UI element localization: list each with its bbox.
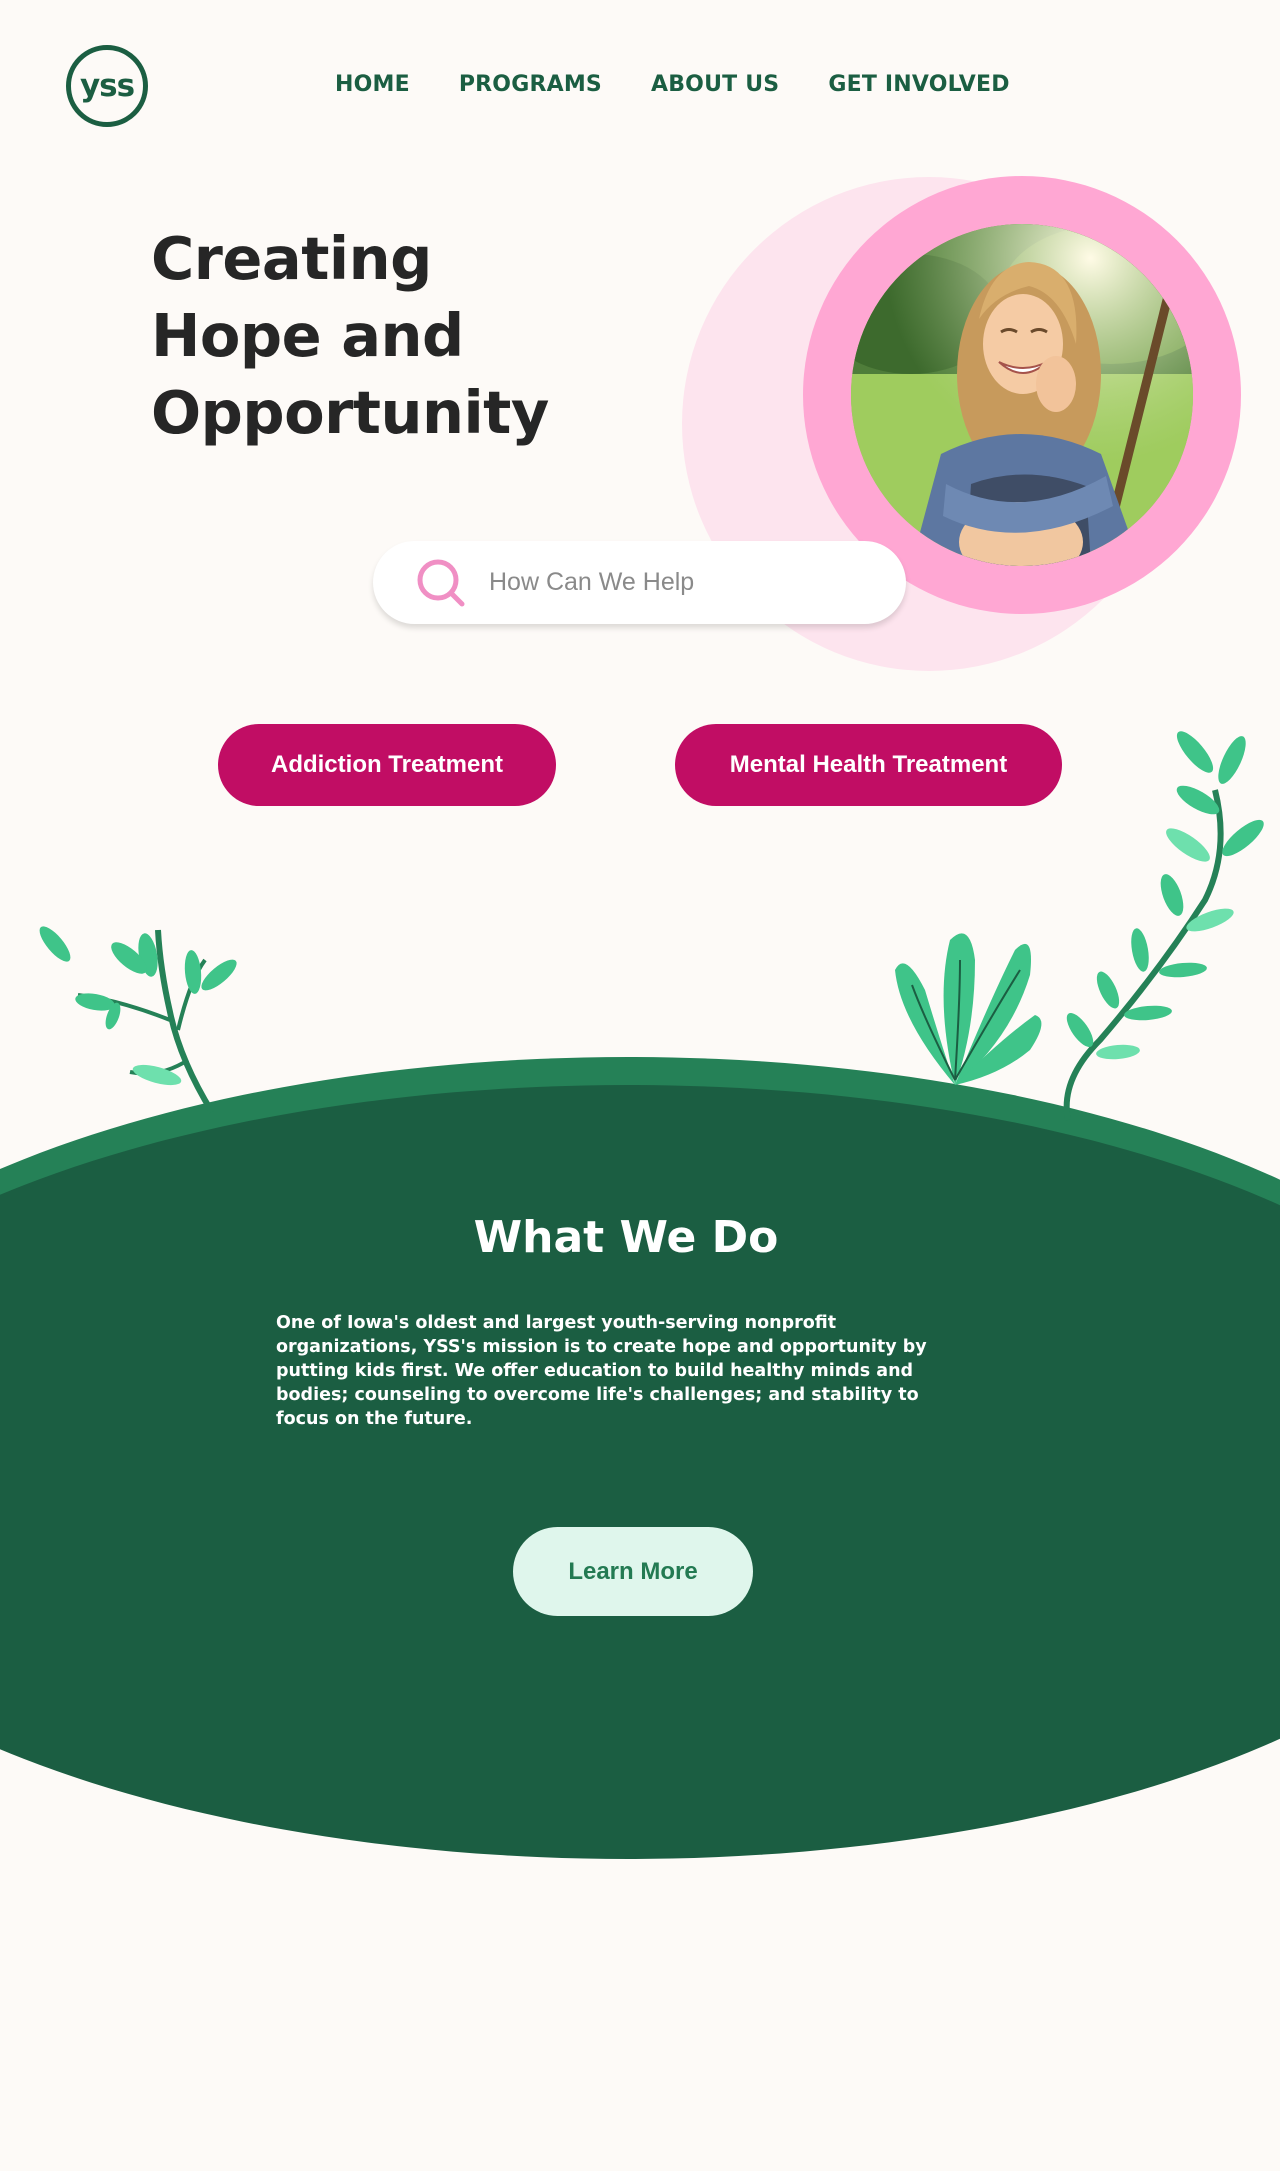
logo[interactable]: yss	[66, 45, 148, 127]
search-icon[interactable]	[415, 557, 467, 609]
hero-title-line-2: Hope and	[151, 301, 464, 370]
right-vine-icon	[1063, 731, 1264, 1121]
hero-photo	[851, 224, 1193, 566]
logo-text: yss	[79, 68, 135, 104]
nav-programs[interactable]: PROGRAMS	[459, 72, 602, 97]
what-we-do-body: One of Iowa's oldest and largest youth-s…	[276, 1313, 927, 1429]
search-input[interactable]	[487, 567, 871, 598]
hero-title: Creating Hope and Opportunity	[151, 220, 581, 451]
what-we-do-title: What We Do	[473, 1212, 779, 1263]
left-plant-icon	[39, 926, 237, 1114]
nav-about-us[interactable]: ABOUT US	[651, 72, 779, 97]
nav-get-involved[interactable]: GET INVOLVED	[828, 72, 1009, 97]
hero-title-line-3: Opportunity	[151, 378, 549, 447]
main-nav: HOME PROGRAMS ABOUT US GET INVOLVED	[335, 72, 1010, 97]
section-ellipse	[0, 1085, 1280, 1859]
search-bar	[373, 541, 906, 624]
smiling-woman-image	[851, 224, 1193, 566]
bush-plant-icon	[895, 933, 1042, 1085]
nav-home[interactable]: HOME	[335, 72, 410, 97]
hero-title-line-1: Creating	[151, 224, 432, 293]
what-we-do-background	[0, 731, 1280, 1859]
learn-more-button[interactable]: Learn More	[513, 1527, 753, 1616]
